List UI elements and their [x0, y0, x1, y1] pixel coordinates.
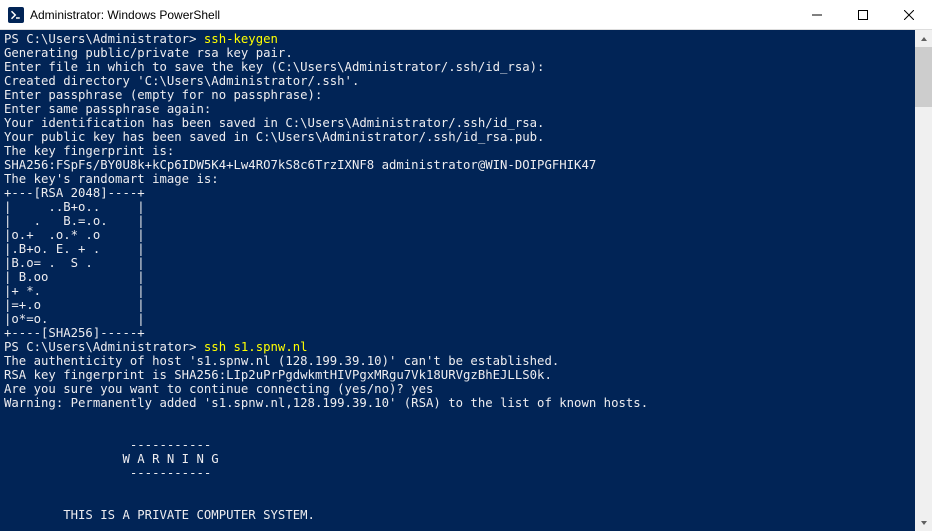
vertical-scrollbar[interactable]	[915, 30, 932, 531]
output-block: The authenticity of host 's1.spnw.nl (12…	[4, 354, 648, 522]
scroll-down-button[interactable]	[915, 514, 932, 531]
scrollbar-thumb[interactable]	[915, 47, 932, 107]
window-title: Administrator: Windows PowerShell	[30, 8, 794, 22]
terminal-area: PS C:\Users\Administrator> ssh-keygen Ge…	[0, 30, 932, 531]
close-button[interactable]	[886, 0, 932, 30]
prompt: PS C:\Users\Administrator>	[4, 340, 204, 354]
window-titlebar: Administrator: Windows PowerShell	[0, 0, 932, 30]
maximize-button[interactable]	[840, 0, 886, 30]
terminal-output[interactable]: PS C:\Users\Administrator> ssh-keygen Ge…	[0, 30, 915, 531]
scroll-up-button[interactable]	[915, 30, 932, 47]
window-controls	[794, 0, 932, 30]
command: ssh s1.spnw.nl	[204, 340, 308, 354]
prompt: PS C:\Users\Administrator>	[4, 32, 204, 46]
output-block: Generating public/private rsa key pair. …	[4, 46, 596, 340]
minimize-button[interactable]	[794, 0, 840, 30]
command: ssh-keygen	[204, 32, 278, 46]
powershell-icon	[8, 7, 24, 23]
